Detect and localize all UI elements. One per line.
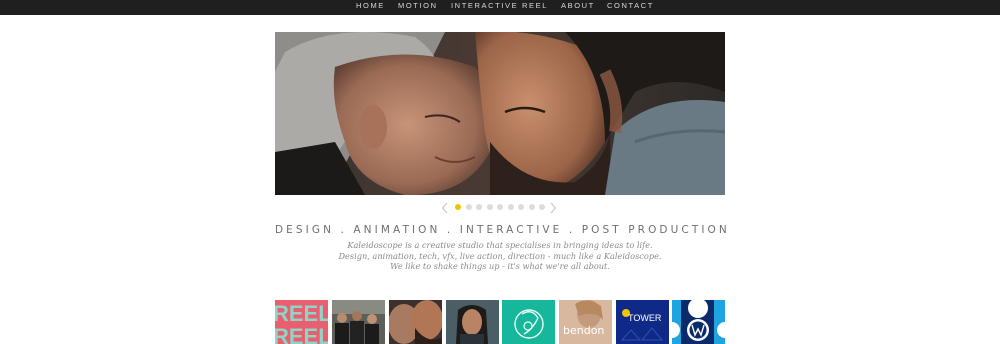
thumbnail-rugby-team[interactable]	[332, 300, 385, 344]
slider-dot-9[interactable]	[539, 204, 545, 210]
slider-dot-6[interactable]	[507, 204, 514, 210]
thumbnail-volkswagen[interactable]	[672, 300, 725, 344]
slider-dot-2[interactable]	[465, 204, 472, 210]
thumbnail-teal-illustration[interactable]	[502, 300, 555, 344]
thumbnail-tower[interactable]: TOWER	[616, 300, 669, 344]
services-tagline: DESIGN . ANIMATION . INTERACTIVE . POST …	[275, 224, 730, 236]
intro-line-3: We like to shake things up - it's what w…	[390, 261, 610, 271]
slider-dot-3[interactable]	[476, 204, 482, 210]
nav-menu: HOME MOTION INTERACTIVE REEL ABOUT CONTA…	[0, 0, 1000, 15]
chevron-left-icon[interactable]	[441, 201, 449, 214]
thumbnail-bendon[interactable]: bendon	[559, 300, 612, 344]
nav-item-home[interactable]: HOME	[356, 0, 385, 15]
tower-logo-text: TOWER	[628, 313, 662, 323]
slider-dot-8[interactable]	[528, 204, 535, 210]
nav-item-reel[interactable]: REEL	[522, 0, 548, 15]
thumbnail-hongi[interactable]	[389, 300, 442, 344]
hero-slide-image	[275, 32, 725, 195]
slider-dot-4[interactable]	[486, 204, 493, 210]
thumbnail-reel[interactable]: REEL REEL	[275, 300, 328, 344]
bendon-logo-text: bendon	[563, 324, 604, 337]
slider-dot-5[interactable]	[497, 204, 503, 210]
thumbnail-girl-portrait[interactable]	[446, 300, 499, 344]
intro-line-1: Kaleidoscope is a creative studio that s…	[347, 240, 653, 250]
chevron-right-icon[interactable]	[549, 201, 557, 214]
hongi-photo	[275, 32, 725, 195]
slider-pagination	[441, 201, 557, 214]
reel-thumb-text: REEL	[275, 301, 328, 326]
slider-dot-7[interactable]	[518, 204, 524, 210]
nav-item-interactive[interactable]: INTERACTIVE	[451, 0, 518, 15]
nav-item-contact[interactable]: CONTACT	[607, 0, 654, 15]
slider-dot-1[interactable]	[455, 204, 461, 210]
nav-item-motion[interactable]: MOTION	[398, 0, 438, 15]
nav-item-about[interactable]: ABOUT	[561, 0, 595, 15]
intro-line-2: Design, animation, tech, vfx, live actio…	[338, 251, 662, 261]
svg-text:REEL: REEL	[275, 324, 328, 344]
project-thumbnails: REEL REEL bendon TOWER	[275, 300, 725, 344]
top-nav-bar: HOME MOTION INTERACTIVE REEL ABOUT CONTA…	[0, 0, 1000, 15]
